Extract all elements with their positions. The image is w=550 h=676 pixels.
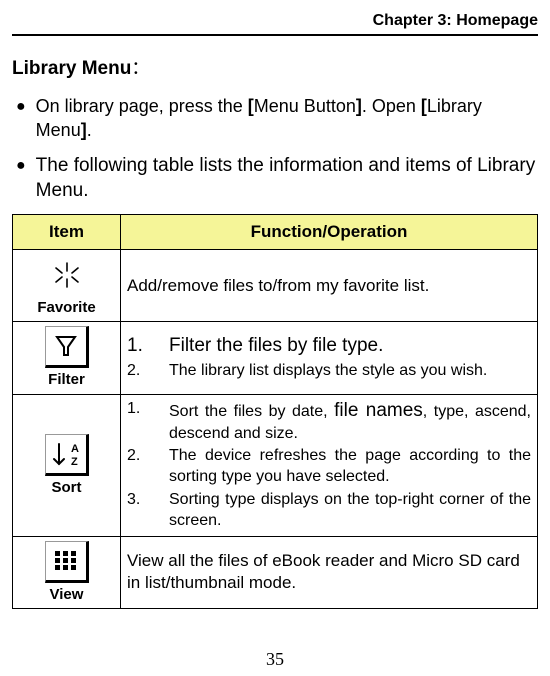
op-cell-sort: 1. Sort the files by date, file names, t… — [121, 394, 538, 536]
op-num: 2. — [127, 446, 169, 467]
header-function: Function/Operation — [121, 214, 538, 249]
op-num: 1. — [127, 399, 169, 420]
op-text: Add/remove files to/from my favorite lis… — [127, 276, 429, 295]
item-cell-view: View — [13, 536, 121, 609]
item-cell-sort: A Z Sort — [13, 394, 121, 536]
bullet-item: ● The following table lists the informat… — [16, 153, 538, 204]
op-cell-filter: 1. Filter the files by file type. 2. The… — [121, 322, 538, 395]
section-title-colon: ： — [131, 58, 149, 78]
bullet-item: ● On library page, press the [Menu Butto… — [16, 94, 538, 143]
item-cell-filter: Filter — [13, 322, 121, 395]
op-text: The device refreshes the page according … — [169, 446, 531, 488]
header-item: Item — [13, 214, 121, 249]
t: On library page, press the — [36, 96, 248, 116]
table-row: View View all the files of eBook reader … — [13, 536, 538, 609]
op-text: View all the files of eBook reader and M… — [127, 551, 520, 592]
chapter-header: Chapter 3: Homepage — [12, 12, 538, 36]
chapter-title: Chapter 3: Homepage — [373, 12, 538, 29]
sort-az-icon: A Z — [45, 434, 89, 476]
item-label: Favorite — [19, 298, 114, 318]
page-number: 35 — [0, 649, 550, 670]
t: . Open — [362, 96, 421, 116]
op-num: 2. — [127, 361, 169, 382]
item-label: Filter — [19, 370, 114, 390]
op-text: Sorting type displays on the top-right c… — [169, 490, 531, 532]
t: Sort the files by date, — [169, 403, 334, 420]
section-title-text: Library Menu — [12, 58, 131, 79]
bullet-text: On library page, press the [Menu Button]… — [36, 94, 538, 143]
bullet-list: ● On library page, press the [Menu Butto… — [12, 94, 538, 204]
function-table: Item Function/Operation Favorite — [12, 214, 538, 609]
op-cell-favorite: Add/remove files to/from my favorite lis… — [121, 249, 538, 322]
item-label: View — [19, 585, 114, 605]
op-cell-view: View all the files of eBook reader and M… — [121, 536, 538, 609]
t: Menu Button — [254, 96, 356, 116]
t: file names — [334, 400, 423, 421]
svg-text:A: A — [71, 443, 79, 455]
grid-icon — [45, 541, 89, 583]
bullet-text: The following table lists the informatio… — [36, 153, 538, 204]
svg-text:Z: Z — [71, 456, 78, 468]
section-title: Library Menu： — [12, 54, 538, 80]
op-num: 1. — [127, 334, 169, 359]
bullet-dot: ● — [16, 155, 26, 177]
op-num: 3. — [127, 490, 169, 511]
op-text: Sort the files by date, file names, type… — [169, 399, 531, 444]
bullet-dot: ● — [16, 96, 26, 118]
item-label: Sort — [19, 478, 114, 498]
filter-icon — [45, 326, 89, 368]
op-text: The library list displays the style as y… — [169, 361, 531, 382]
item-cell-favorite: Favorite — [13, 249, 121, 322]
table-row: A Z Sort 1. Sort the files by date, file… — [13, 394, 538, 536]
sparkle-icon — [45, 254, 89, 296]
table-row: Filter 1. Filter the files by file type.… — [13, 322, 538, 395]
t: . — [87, 120, 92, 140]
table-row: Favorite Add/remove files to/from my fav… — [13, 249, 538, 322]
op-text: Filter the files by file type. — [169, 334, 531, 359]
